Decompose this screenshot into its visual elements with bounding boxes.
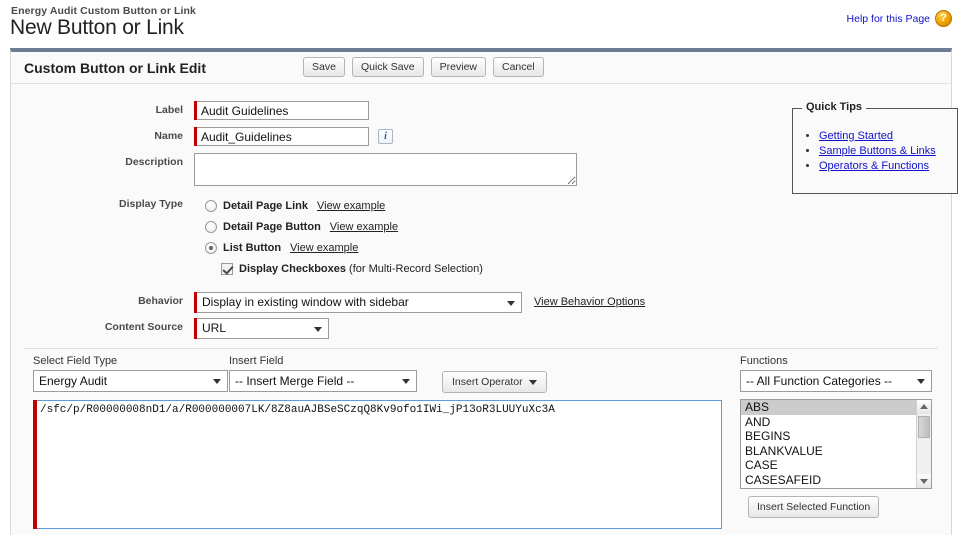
select-field-type-dropdown[interactable]: Energy Audit <box>33 370 228 392</box>
radio-label: Detail Page Button <box>223 220 321 233</box>
view-example-link-list-button[interactable]: View example <box>290 242 358 254</box>
save-button[interactable]: Save <box>303 57 345 77</box>
chevron-down-icon <box>528 379 537 385</box>
quick-tip-link-getting-started[interactable]: Getting Started <box>819 130 893 142</box>
description-field-row: Description <box>11 153 577 186</box>
panel-titlebar: Custom Button or Link Edit Save Quick Sa… <box>11 52 951 84</box>
view-behavior-options-link[interactable]: View Behavior Options <box>534 292 645 313</box>
insert-selected-function-button[interactable]: Insert Selected Function <box>748 496 880 518</box>
select-field-type-label: Select Field Type <box>33 355 118 367</box>
list-item[interactable]: ABS <box>741 400 916 415</box>
info-icon[interactable]: i <box>378 129 393 144</box>
description-field-control <box>194 153 577 186</box>
function-categories-dropdown[interactable]: -- All Function Categories -- <box>740 370 932 392</box>
behavior-selected-value: Display in existing window with sidebar <box>202 295 409 309</box>
behavior-select[interactable]: Display in existing window with sidebar <box>197 292 522 313</box>
custom-button-or-link-edit-panel: Custom Button or Link Edit Save Quick Sa… <box>10 48 958 535</box>
radio-label: List Button <box>223 241 282 254</box>
name-field-row: Name i <box>11 127 393 146</box>
chevron-down-icon <box>402 379 410 384</box>
list-item: Operators & Functions <box>819 159 957 173</box>
insert-field-label: Insert Field <box>229 355 284 367</box>
radio-label: Detail Page Link <box>223 199 308 212</box>
behavior-label: Behavior <box>138 295 183 307</box>
question-mark-icon[interactable]: ? <box>935 10 952 27</box>
quick-save-button[interactable]: Quick Save <box>351 57 424 77</box>
quick-tip-link-sample-buttons[interactable]: Sample Buttons & Links <box>819 145 936 157</box>
scroll-up-arrow-icon[interactable] <box>917 400 931 414</box>
name-field-control: i <box>194 127 393 146</box>
radio-detail-page-link[interactable]: Detail Page Link View example <box>205 195 385 216</box>
chevron-down-icon <box>314 327 322 332</box>
function-categories-value: -- All Function Categories -- <box>746 374 893 388</box>
display-type-row: Display Type Detail Page Link View examp… <box>11 195 483 279</box>
page-title: New Button or Link <box>10 16 184 39</box>
list-item[interactable]: CASESAFEID <box>741 473 916 488</box>
display-type-label: Display Type <box>119 198 183 210</box>
list-item[interactable]: CASE <box>741 458 916 473</box>
list-item: Getting Started <box>819 129 957 143</box>
name-input[interactable] <box>197 127 369 146</box>
help-for-this-page-link[interactable]: Help for this Page <box>847 13 930 25</box>
view-example-link-detail-page-button[interactable]: View example <box>330 221 398 233</box>
action-button-bar: Save Quick Save Preview Cancel <box>303 57 544 77</box>
select-field-type-value: Energy Audit <box>39 374 108 388</box>
display-type-options: Detail Page Link View example Detail Pag… <box>205 195 483 279</box>
label-field-control <box>194 101 369 120</box>
radio-button-icon[interactable] <box>205 199 217 212</box>
formula-input-wrapper: /sfc/p/R00000008nD1/a/R000000007LK/8Z8au… <box>33 400 722 529</box>
content-source-control: URL <box>194 318 329 339</box>
description-field-label: Description <box>125 156 183 168</box>
chevron-down-icon <box>507 301 515 306</box>
scroll-down-arrow-icon[interactable] <box>917 474 931 488</box>
quick-tips-legend: Quick Tips <box>802 101 867 113</box>
radio-button-icon-selected[interactable] <box>205 241 217 254</box>
page-header: Energy Audit Custom Button or Link New B… <box>0 0 962 48</box>
behavior-row: Behavior Display in existing window with… <box>11 292 645 313</box>
content-source-row: Content Source URL <box>11 318 329 339</box>
view-example-link-detail-page-link[interactable]: View example <box>317 200 385 212</box>
chevron-down-icon <box>917 379 925 384</box>
list-item[interactable]: AND <box>741 415 916 430</box>
radio-list-button[interactable]: List Button View example <box>205 237 358 258</box>
chevron-down-icon <box>213 379 221 384</box>
display-checkboxes-label-bold: Display Checkboxes <box>239 262 346 275</box>
quick-tips-box: Quick Tips Getting Started Sample Button… <box>792 101 958 194</box>
insert-merge-field-value: -- Insert Merge Field -- <box>235 374 355 388</box>
label-field-row: Label <box>11 101 369 120</box>
checkbox-icon-checked[interactable] <box>221 262 233 275</box>
content-source-select[interactable]: URL <box>197 318 329 339</box>
radio-button-icon[interactable] <box>205 220 217 233</box>
help-section: Help for this Page ? <box>847 10 952 27</box>
name-field-label: Name <box>154 130 183 142</box>
section-divider <box>24 348 938 349</box>
list-item[interactable]: BEGINS <box>741 429 916 444</box>
content-source-label: Content Source <box>104 321 183 333</box>
display-checkboxes-label-rest: (for Multi-Record Selection) <box>346 262 483 275</box>
radio-detail-page-button[interactable]: Detail Page Button View example <box>205 216 398 237</box>
functions-label: Functions <box>740 355 788 367</box>
quick-tips-list: Getting Started Sample Buttons & Links O… <box>793 109 957 173</box>
label-field-label: Label <box>155 104 183 116</box>
quick-tip-link-operators-functions[interactable]: Operators & Functions <box>819 160 929 172</box>
insert-merge-field-dropdown[interactable]: -- Insert Merge Field -- <box>229 370 417 392</box>
list-item: Sample Buttons & Links <box>819 144 957 158</box>
insert-operator-button[interactable]: Insert Operator <box>442 371 547 393</box>
insert-operator-label: Insert Operator <box>452 376 523 388</box>
preview-button[interactable]: Preview <box>430 57 486 77</box>
cancel-button[interactable]: Cancel <box>493 57 544 77</box>
behavior-control: Display in existing window with sidebar … <box>194 292 645 313</box>
display-checkboxes-label: Display Checkboxes (for Multi-Record Sel… <box>239 263 483 275</box>
formula-textarea[interactable]: /sfc/p/R00000008nD1/a/R000000007LK/8Z8au… <box>37 400 722 529</box>
display-checkboxes-row[interactable]: Display Checkboxes (for Multi-Record Sel… <box>221 258 483 279</box>
section-title: Custom Button or Link Edit <box>24 60 206 76</box>
functions-list-scrollbar[interactable] <box>916 400 931 488</box>
description-textarea[interactable] <box>194 153 577 186</box>
list-item[interactable]: BLANKVALUE <box>741 444 916 459</box>
scrollbar-thumb[interactable] <box>918 416 930 438</box>
functions-list-items: ABS AND BEGINS BLANKVALUE CASE CASESAFEI… <box>741 400 916 488</box>
content-source-selected-value: URL <box>202 321 227 335</box>
functions-listbox[interactable]: ABS AND BEGINS BLANKVALUE CASE CASESAFEI… <box>740 399 932 489</box>
label-input[interactable] <box>197 101 369 120</box>
